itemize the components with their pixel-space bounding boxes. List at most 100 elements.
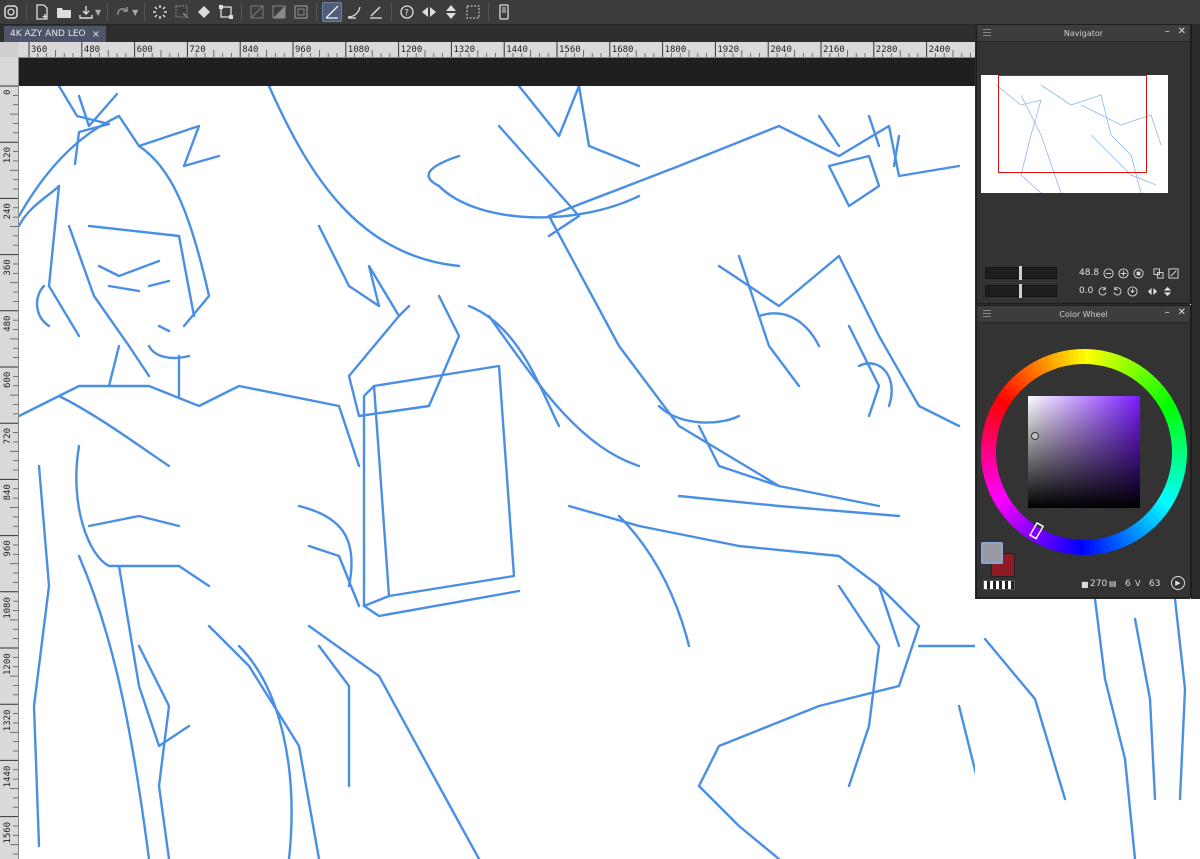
ruler-left-label: 120: [3, 147, 13, 163]
flip-vertical-icon[interactable]: [441, 2, 461, 22]
main-color-swatch[interactable]: [981, 542, 1003, 564]
transform-icon[interactable]: [216, 2, 236, 22]
open-file-icon[interactable]: [54, 2, 74, 22]
ruler-left-label: 0: [3, 90, 13, 95]
save-icon[interactable]: [76, 2, 96, 22]
hsv-readout: ■ 270 ▤ 6 V 63 ▶: [977, 574, 1193, 596]
saturation-icon: ▤: [1109, 579, 1117, 588]
ruler-top-label: 480: [84, 45, 100, 55]
drag-grip-icon[interactable]: [983, 310, 991, 317]
ruler-top-label: 1920: [717, 45, 739, 55]
color-wheel-panel: Color Wheel – ✕ ■ 270 ▤ 6 V 63 ▶: [976, 305, 1191, 598]
color-wheel-header: Color Wheel – ✕: [977, 306, 1190, 323]
navigator-preview[interactable]: [981, 75, 1168, 194]
toolbar-divider: [144, 3, 146, 21]
fullscreen-icon[interactable]: [1167, 267, 1179, 279]
ruler-top-label: 600: [137, 45, 153, 55]
ruler-top-label: 840: [242, 45, 258, 55]
ruler-left-label: 840: [3, 484, 13, 500]
stop-icon[interactable]: [1132, 267, 1144, 279]
value-value: 63: [1149, 579, 1161, 589]
close-icon[interactable]: ×: [92, 29, 100, 40]
value-icon: V: [1135, 579, 1141, 588]
close-icon[interactable]: ✕: [1178, 307, 1186, 318]
ruler-left-label: 1560: [3, 822, 13, 844]
navigator-view-rect[interactable]: [998, 75, 1147, 173]
color-wheel-title: Color Wheel: [1059, 309, 1108, 319]
navigator-header: Navigator – ✕: [977, 25, 1190, 42]
redo-icon[interactable]: [113, 2, 133, 22]
ruler-left-label: 1080: [3, 597, 13, 619]
toolbar-divider: [391, 3, 393, 21]
drawing-canvas[interactable]: [19, 86, 975, 859]
minimize-icon[interactable]: –: [1165, 26, 1170, 37]
document-tab-title: 4K AZY AND LEO: [10, 29, 86, 39]
canvas-right-strip: [975, 599, 1200, 859]
chevron-down-icon[interactable]: ▼: [95, 8, 101, 17]
play-icon[interactable]: ▶: [1171, 576, 1185, 590]
ruler-left-label: 1200: [3, 653, 13, 675]
chevron-down-icon[interactable]: ▼: [132, 8, 138, 17]
rotation-slider[interactable]: [985, 284, 1057, 298]
ruler-left-label: 1440: [3, 766, 13, 788]
rotate-left-icon[interactable]: [1096, 285, 1108, 297]
snap-curve-icon[interactable]: [344, 2, 364, 22]
select-clear-icon[interactable]: [172, 2, 192, 22]
document-tab-bar: 4K AZY AND LEO ×: [0, 25, 975, 42]
fill-layer-icon[interactable]: [269, 2, 289, 22]
minimize-icon[interactable]: –: [1165, 307, 1170, 318]
help-icon[interactable]: ?: [397, 2, 417, 22]
toolbar-divider: [26, 3, 27, 21]
ruler-corner: [0, 42, 18, 57]
fit-window-icon[interactable]: [1152, 267, 1164, 279]
close-icon[interactable]: ✕: [1178, 26, 1186, 37]
ruler-top-label: 1680: [612, 45, 634, 55]
ruler-top-label: 960: [295, 45, 311, 55]
drag-grip-icon[interactable]: [983, 29, 991, 36]
frame-icon[interactable]: [291, 2, 311, 22]
zoom-in-icon[interactable]: [1117, 267, 1129, 279]
sketch-artwork: [19, 86, 975, 859]
document-tab[interactable]: 4K AZY AND LEO ×: [4, 26, 107, 42]
stabilizer-icon[interactable]: [322, 2, 343, 22]
zoom-slider[interactable]: [985, 266, 1057, 280]
flip-vertical-icon[interactable]: [1161, 285, 1173, 297]
toolbar-divider: [107, 3, 109, 21]
zoom-row: 48.8: [985, 266, 1179, 280]
ruler-left-label: 600: [3, 372, 13, 388]
ruler-top-label: 1080: [348, 45, 370, 55]
ruler-left-label: 720: [3, 428, 13, 444]
ruler-left-label: 240: [3, 203, 13, 219]
loading-icon[interactable]: [150, 2, 170, 22]
hide-grid-icon[interactable]: [247, 2, 267, 22]
ruler-top-label: 1440: [506, 45, 528, 55]
ruler-top-label: 720: [189, 45, 205, 55]
tablet-icon[interactable]: [494, 2, 514, 22]
navigator-title: Navigator: [1063, 28, 1104, 38]
ruler-left: 0 120 240 360 480 600 720 840 960 1080 1200 1320 144…: [0, 57, 19, 859]
rotate-right-icon[interactable]: [1111, 285, 1123, 297]
color-wheel[interactable]: [977, 324, 1190, 574]
toolbar-divider: [241, 3, 243, 21]
canvas-area[interactable]: [19, 58, 975, 859]
ruler-left-label: 480: [3, 316, 13, 332]
flip-horizontal-icon[interactable]: [1146, 285, 1158, 297]
rotation-value: 0.0: [1079, 286, 1094, 296]
ruler-left-label: 960: [3, 540, 13, 556]
ruler-top-label: 1200: [401, 45, 423, 55]
hue-value: 270: [1090, 579, 1108, 589]
fill-icon[interactable]: [194, 2, 214, 22]
ruler-top-label: 1560: [559, 45, 581, 55]
ruler-pen-icon[interactable]: [366, 2, 386, 22]
reset-rotation-icon[interactable]: [1126, 285, 1138, 297]
ruler-top-label: 2160: [823, 45, 845, 55]
sv-picker-handle[interactable]: [1031, 432, 1039, 440]
app-logo-icon[interactable]: [1, 2, 21, 22]
ruler-top-label: 1800: [665, 45, 687, 55]
zoom-out-icon[interactable]: [1102, 267, 1114, 279]
saturation-value: 6: [1125, 579, 1131, 589]
flip-horizontal-icon[interactable]: [419, 2, 439, 22]
panel-scrollbar[interactable]: [1191, 24, 1200, 599]
new-file-icon[interactable]: [32, 2, 52, 22]
selection-icon[interactable]: [463, 2, 483, 22]
